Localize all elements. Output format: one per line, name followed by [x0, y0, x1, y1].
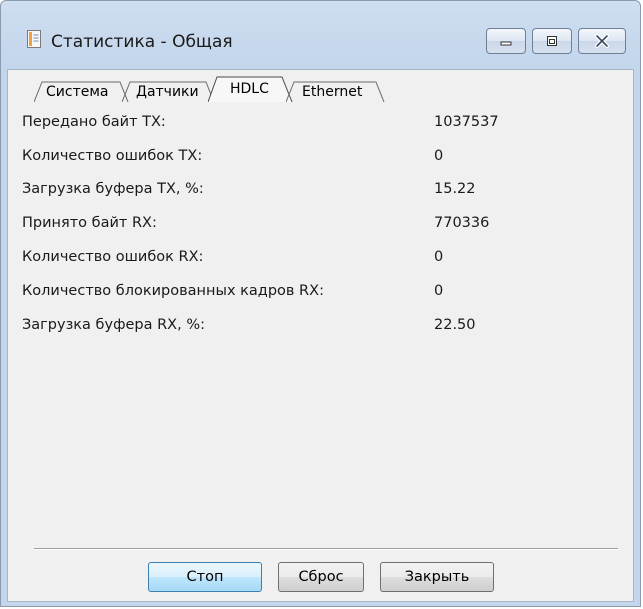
window-title: Статистика - Общая	[51, 32, 233, 52]
stat-label: Количество ошибок RX:	[22, 249, 204, 265]
stat-label: Загрузка буфера RX, %:	[22, 317, 205, 333]
client-area: Система Датчики HDLC Ethernet Передано б…	[7, 69, 634, 602]
document-icon	[27, 30, 41, 48]
title-bar[interactable]: Статистика - Общая	[1, 1, 640, 69]
tab-sensors-label: Датчики	[136, 84, 199, 100]
close-button[interactable]	[578, 28, 626, 54]
stat-value: 0	[434, 283, 444, 299]
close-icon	[595, 34, 609, 48]
maximize-icon	[547, 36, 557, 46]
stat-value: 1037537	[434, 114, 499, 130]
stat-label: Передано байт TX:	[22, 114, 166, 130]
stat-value: 0	[434, 249, 444, 265]
statistics-window: Статистика - Общая Система Датчики HDLC …	[0, 0, 641, 607]
close-dialog-button[interactable]: Закрыть	[380, 562, 494, 592]
separator	[34, 548, 618, 550]
stat-value: 22.50	[434, 317, 476, 333]
hdlc-panel: Передано байт TX: 1037537 Количество оши…	[22, 98, 622, 368]
stat-label: Загрузка буфера TX, %:	[22, 181, 204, 197]
stat-label: Количество блокированных кадров RX:	[22, 283, 324, 299]
caption-buttons	[486, 28, 626, 54]
tab-system-label: Система	[46, 84, 109, 100]
reset-button[interactable]: Сброс	[278, 562, 364, 592]
tab-ethernet-label: Ethernet	[302, 84, 363, 100]
stat-value: 770336	[434, 215, 490, 231]
minimize-icon	[500, 41, 512, 46]
stat-label: Принято байт RX:	[22, 215, 157, 231]
maximize-button[interactable]	[532, 28, 572, 54]
minimize-button[interactable]	[486, 28, 526, 54]
stat-label: Количество ошибок TX:	[22, 148, 203, 164]
stat-value: 0	[434, 148, 444, 164]
stat-value: 15.22	[434, 181, 476, 197]
tab-sensors[interactable]: Датчики	[122, 80, 215, 102]
stop-button[interactable]: Стоп	[148, 562, 262, 592]
tab-hdlc-label: HDLC	[230, 81, 269, 97]
